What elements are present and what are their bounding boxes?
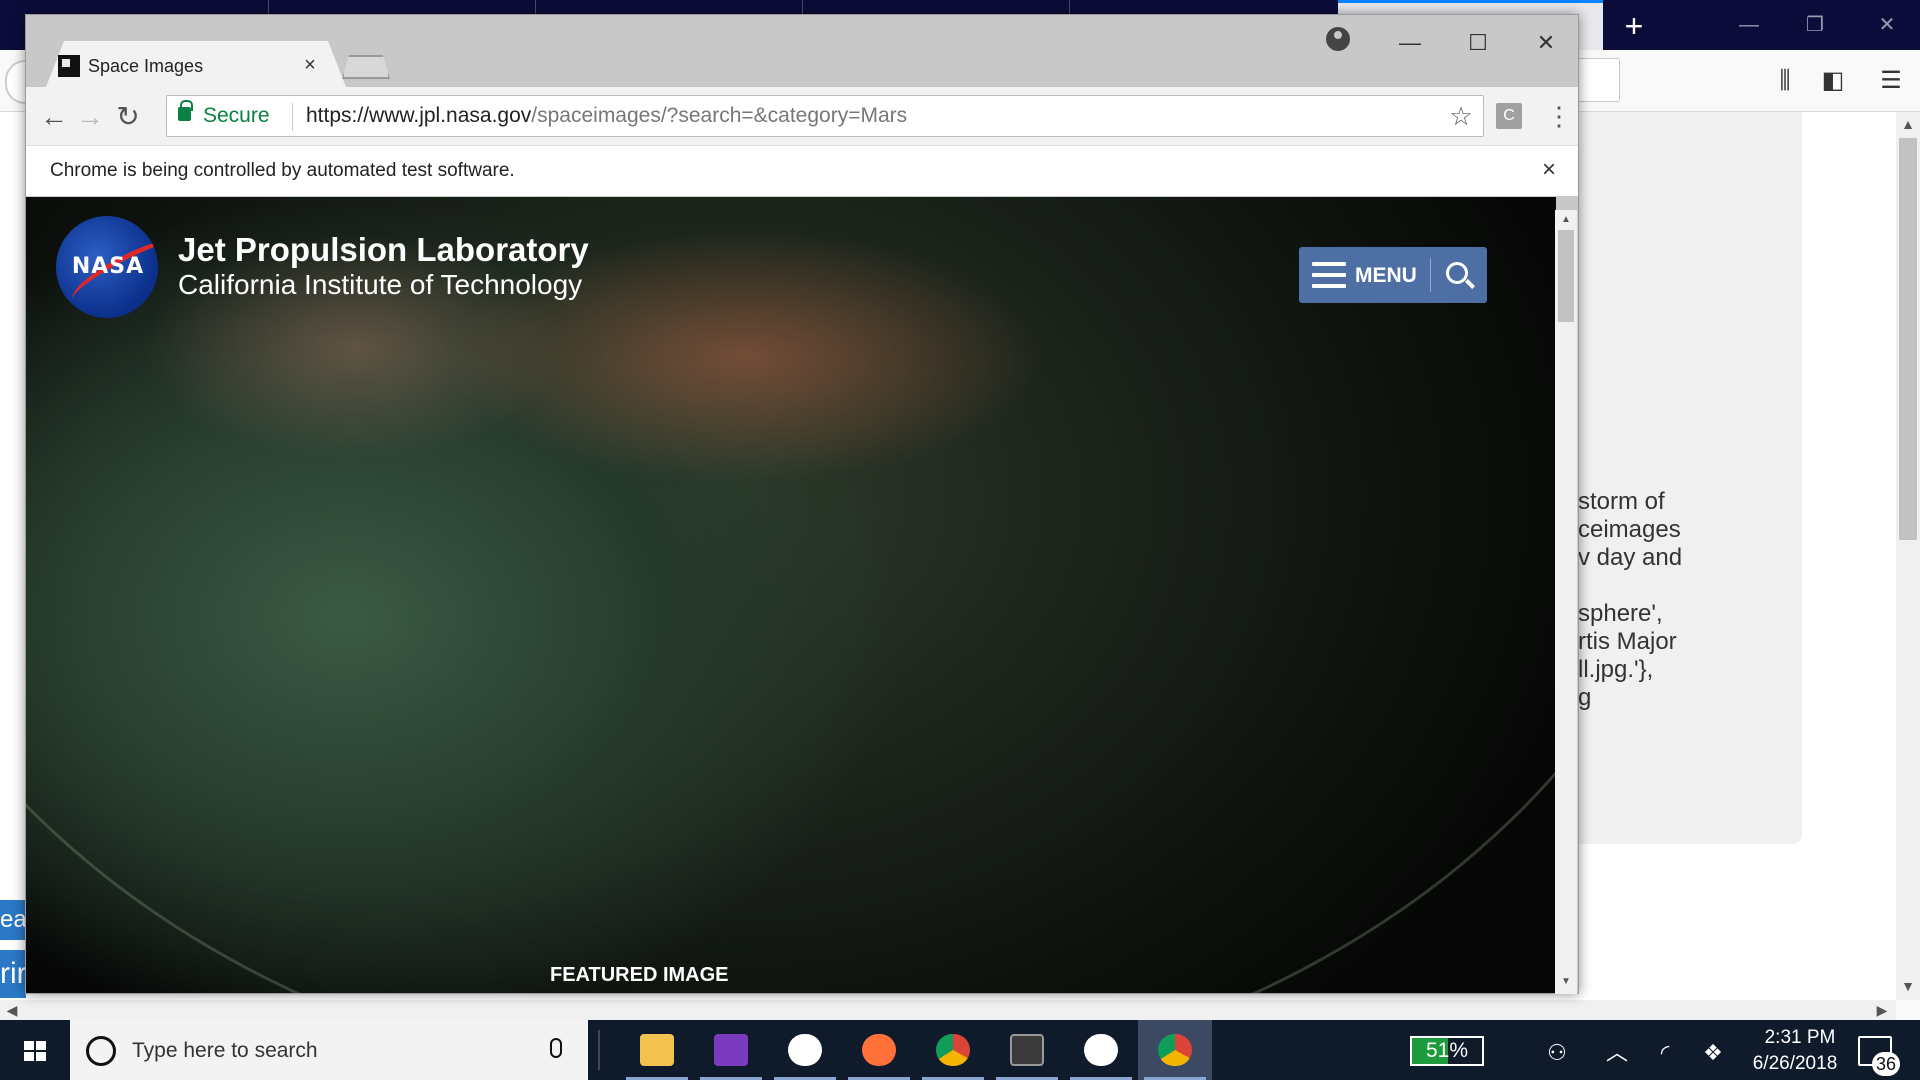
- background-partial-label: ead: [0, 900, 26, 940]
- search-placeholder[interactable]: Type here to search: [132, 1038, 318, 1064]
- scroll-right-arrow-icon[interactable]: ▶: [1872, 1000, 1892, 1020]
- microphone-icon[interactable]: [550, 1038, 562, 1058]
- firefox-scroll-thumb[interactable]: [1899, 138, 1917, 540]
- jpl-favicon-icon: [58, 55, 80, 77]
- onenote-icon: [714, 1034, 748, 1066]
- url-host: https://www.jpl.nasa.gov: [306, 104, 532, 127]
- mongodb-icon: [1084, 1034, 1118, 1066]
- firefox-restore-button[interactable]: ❐: [1790, 5, 1840, 45]
- battery-percent[interactable]: 51%: [1412, 1038, 1482, 1064]
- hamburger-icon[interactable]: [1312, 262, 1346, 288]
- profile-icon[interactable]: [1326, 27, 1350, 51]
- taskbar-chrome[interactable]: [916, 1020, 990, 1080]
- chrome-maximize-button[interactable]: ☐: [1448, 23, 1508, 63]
- secure-label[interactable]: Secure: [203, 103, 270, 129]
- chrome-window: Space Images × — ☐ ✕ ← → ↻ Secure https:…: [25, 14, 1579, 994]
- scroll-up-arrow-icon[interactable]: ▲: [1898, 114, 1918, 134]
- chrome-minimize-button[interactable]: —: [1380, 23, 1440, 63]
- firefox-icon: [862, 1034, 896, 1066]
- desktop: + — ❐ ✕ ⫼ ◧ ☰ storm of ceimages v day an…: [0, 0, 1920, 1080]
- clock-time[interactable]: 2:31 PM: [1740, 1026, 1860, 1050]
- text-line: storm of: [1578, 488, 1665, 515]
- taskbar-firefox[interactable]: [842, 1020, 916, 1080]
- taskbar-terminal[interactable]: [990, 1020, 1064, 1080]
- featured-image-hero[interactable]: [26, 197, 1556, 993]
- firefox-new-tab-button[interactable]: +: [1614, 6, 1654, 46]
- notification-count-badge: 36: [1872, 1052, 1900, 1076]
- infobar-close-button[interactable]: ×: [1536, 157, 1562, 183]
- infobar-message: Chrome is being controlled by automated …: [50, 160, 515, 181]
- forward-arrow-icon[interactable]: →: [72, 99, 108, 135]
- extension-icon[interactable]: C: [1496, 103, 1522, 129]
- taskbar-chrome-active[interactable]: [1138, 1020, 1212, 1080]
- firefox-minimize-button[interactable]: —: [1724, 5, 1774, 45]
- taskbar-file-explorer[interactable]: [620, 1020, 694, 1080]
- text-line: ceimages: [1578, 516, 1681, 543]
- chrome-scroll-up-icon[interactable]: ▲: [1556, 210, 1576, 230]
- sidebar-icon[interactable]: ◧: [1816, 64, 1850, 98]
- chrome-scroll-thumb[interactable]: [1558, 230, 1574, 322]
- text-line: v day and: [1578, 544, 1683, 571]
- lock-icon[interactable]: [178, 100, 193, 121]
- site-title[interactable]: Jet Propulsion Laboratory: [178, 231, 589, 269]
- text-line: sphere',: [1578, 600, 1663, 627]
- menu-divider: [1430, 258, 1431, 292]
- tab-close-button[interactable]: ×: [298, 53, 322, 77]
- chrome-close-button[interactable]: ✕: [1516, 23, 1576, 63]
- terminal-icon: [1010, 1034, 1044, 1066]
- file-explorer-icon: [640, 1034, 674, 1066]
- text-line: rtis Major: [1578, 628, 1677, 655]
- windows-logo-icon: [24, 1041, 46, 1061]
- scroll-down-arrow-icon[interactable]: ▼: [1898, 976, 1918, 996]
- search-icon[interactable]: [1446, 262, 1468, 284]
- back-arrow-icon[interactable]: ←: [36, 99, 72, 135]
- firefox-content-card: [1560, 112, 1802, 844]
- url-text[interactable]: https://www.jpl.nasa.gov/spaceimages/?se…: [306, 103, 907, 129]
- background-partial-label: rir: [0, 950, 26, 998]
- slack-icon: [788, 1034, 822, 1066]
- clock-date[interactable]: 6/26/2018: [1730, 1052, 1860, 1076]
- chrome-icon: [936, 1034, 970, 1066]
- planet-limb: [26, 197, 1556, 993]
- featured-image-heading: FEATURED IMAGE: [550, 964, 729, 986]
- scroll-left-arrow-icon[interactable]: ◀: [2, 1000, 22, 1020]
- taskbar-mongodb[interactable]: [1064, 1020, 1138, 1080]
- chrome-menu-icon[interactable]: ⋮: [1546, 101, 1572, 131]
- taskbar-onenote[interactable]: [694, 1020, 768, 1080]
- omnibox-divider: [292, 103, 293, 131]
- chrome-vertical-scrollbar[interactable]: [1555, 210, 1577, 994]
- tab-title: Space Images: [88, 56, 204, 76]
- bookmark-star-icon[interactable]: ☆: [1446, 101, 1476, 131]
- text-line: g: [1578, 684, 1592, 711]
- taskbar-divider: [598, 1030, 600, 1070]
- url-path: /spaceimages/?search=&category=Mars: [531, 104, 908, 127]
- taskbar-slack[interactable]: [768, 1020, 842, 1080]
- site-subtitle[interactable]: California Institute of Technology: [178, 269, 582, 301]
- text-line: ll.jpg.'},: [1578, 656, 1654, 683]
- reload-icon[interactable]: ↻: [110, 99, 146, 135]
- menu-label[interactable]: MENU: [1355, 262, 1417, 290]
- chrome-scroll-down-icon[interactable]: ▼: [1556, 972, 1576, 992]
- text-line: [1578, 572, 1798, 600]
- show-hidden-icons-chevron-icon[interactable]: ︿: [1602, 1038, 1632, 1068]
- firefox-close-button[interactable]: ✕: [1862, 5, 1912, 45]
- firefox-menu-icon[interactable]: ☰: [1874, 64, 1908, 98]
- chrome-new-tab-button[interactable]: [342, 55, 390, 79]
- firefox-horizontal-scrollbar[interactable]: [0, 1000, 1896, 1020]
- library-icon[interactable]: ⫼: [1768, 64, 1802, 98]
- firefox-json-text: storm of ceimages v day and sphere', rti…: [1578, 488, 1798, 712]
- dropbox-icon[interactable]: ❖: [1698, 1038, 1728, 1068]
- chrome-active-icon: [1158, 1034, 1192, 1066]
- nasa-logo-text: NASA: [71, 254, 145, 279]
- people-icon[interactable]: ⚇: [1542, 1038, 1572, 1068]
- cortana-icon[interactable]: [86, 1036, 116, 1066]
- wifi-icon[interactable]: ◜: [1650, 1038, 1680, 1068]
